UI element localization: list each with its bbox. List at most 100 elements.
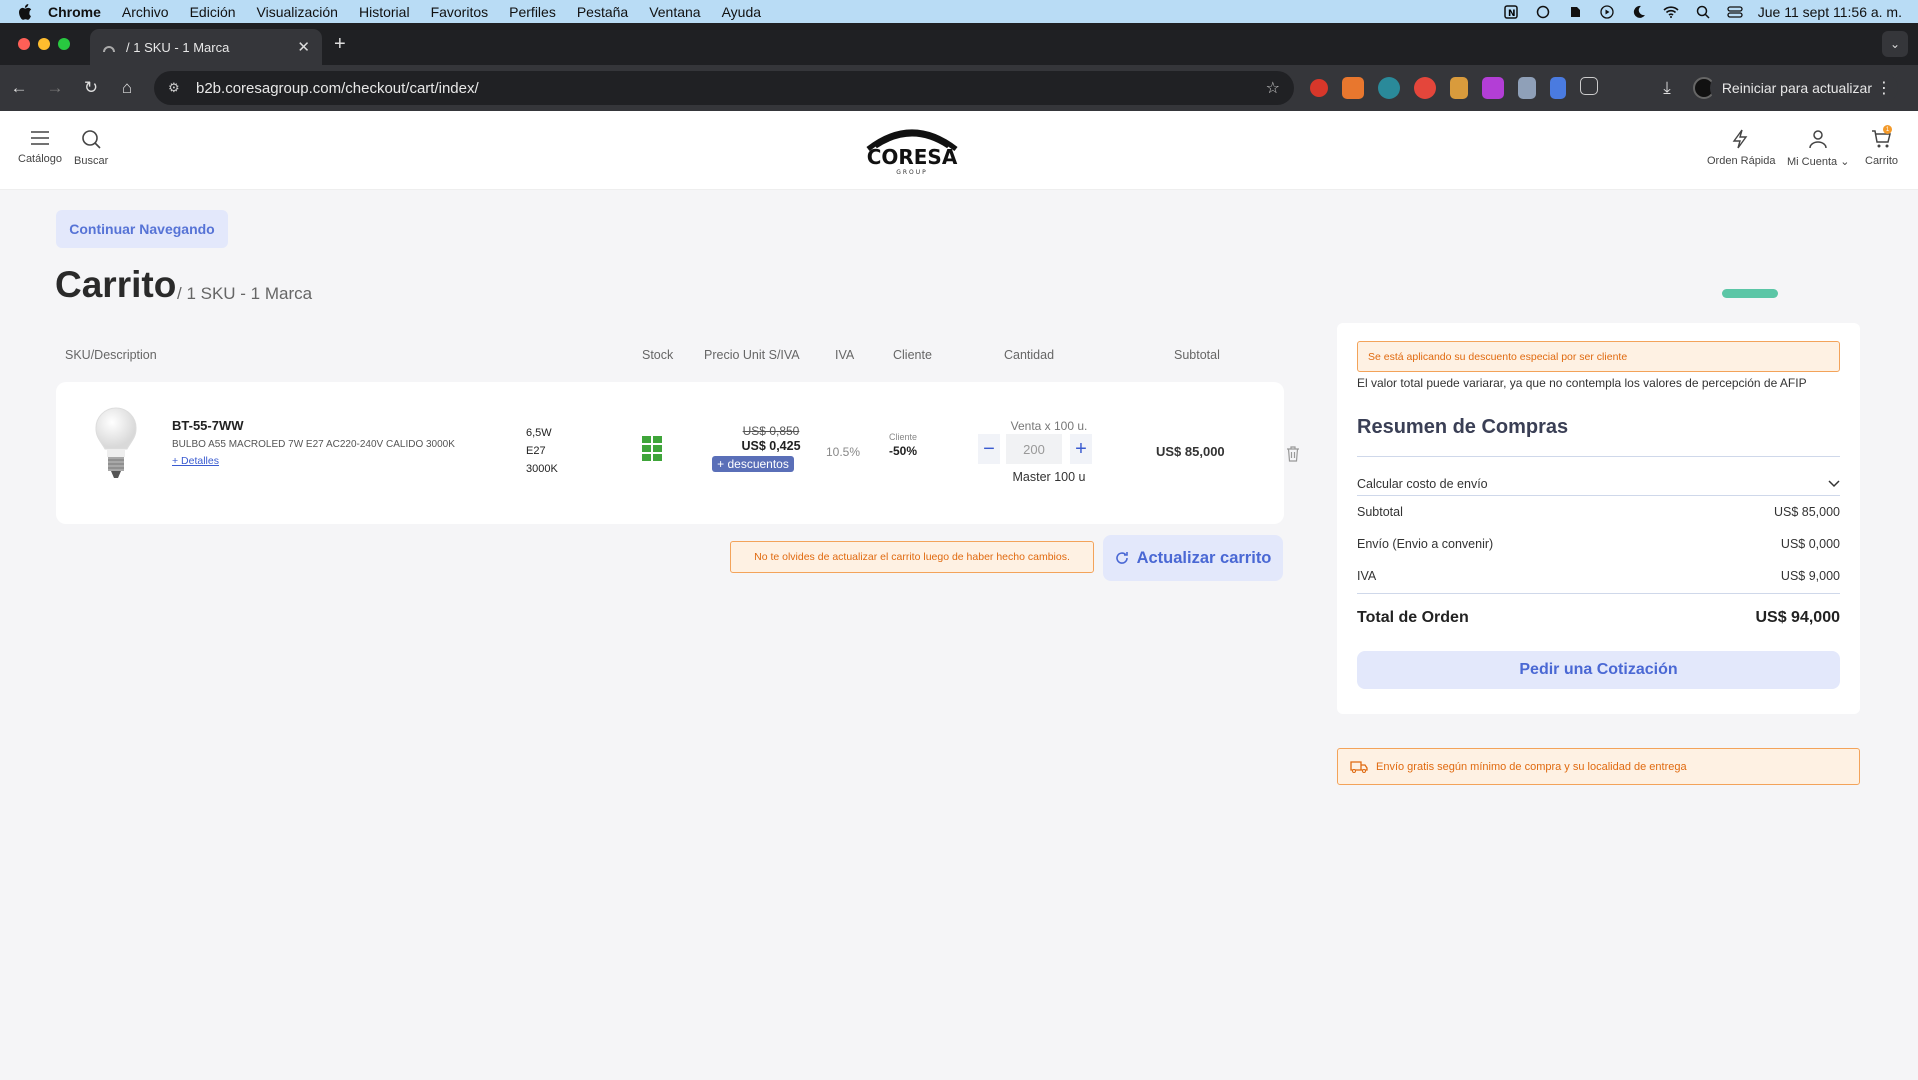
cart-count-badge: 1 (1883, 125, 1892, 134)
catalog-menu-button[interactable]: Catálogo (18, 129, 62, 165)
address-bar[interactable]: ⚙ b2b.coresagroup.com/checkout/cart/inde… (154, 71, 1294, 105)
extension-icon[interactable] (1518, 77, 1536, 99)
download-icon[interactable]: ⤓ (1650, 71, 1684, 105)
spec-wattage: 6,5W (526, 427, 552, 439)
spotlight-search-icon[interactable] (1694, 4, 1712, 20)
restart-label: Reiniciar para actualizar (1721, 80, 1872, 96)
col-header-stock: Stock (642, 348, 674, 362)
item-details-link[interactable]: + Detalles (172, 455, 219, 467)
cart-item-row: BT-55-7WW BULBO A55 MACROLED 7W E27 AC22… (56, 382, 1299, 524)
menu-app-name[interactable]: Chrome (48, 4, 101, 20)
extension-icon[interactable] (1482, 77, 1504, 99)
menu-edicion[interactable]: Edición (190, 4, 236, 20)
shipping-calc-label: Calcular costo de envío (1357, 477, 1488, 491)
summary-iva-row: IVA US$ 9,000 (1357, 569, 1840, 583)
bookmark-star-icon[interactable]: ☆ (1266, 78, 1280, 98)
master-pack: Master 100 u (1012, 470, 1086, 484)
truck-icon (1350, 761, 1368, 773)
request-quote-button[interactable]: Pedir una Cotización (1357, 651, 1840, 689)
continue-shopping-button[interactable]: Continuar Navegando (56, 210, 228, 248)
maximize-window-button[interactable] (58, 38, 70, 50)
total-label: Total de Orden (1357, 609, 1469, 626)
openai-icon[interactable] (1534, 4, 1552, 20)
cart-button[interactable]: 1 Carrito (1865, 125, 1898, 167)
update-cart-label: Actualizar carrito (1136, 548, 1272, 567)
reload-icon[interactable]: ↻ (74, 71, 108, 105)
iva-value: US$ 9,000 (1780, 569, 1840, 583)
restart-to-update-button[interactable]: Reiniciar para actualizar ⋮ (1709, 73, 1898, 103)
spec-socket: E27 (526, 445, 546, 457)
menu-ayuda[interactable]: Ayuda (722, 4, 761, 20)
update-cart-notice: No te olvides de actualizar el carrito l… (730, 541, 1094, 573)
tab-favicon-icon (103, 46, 115, 53)
menu-perfiles[interactable]: Perfiles (509, 4, 556, 20)
more-vert-icon[interactable]: ⋮ (1876, 78, 1892, 98)
subtotal-value: US$ 85,000 (1773, 505, 1840, 519)
product-image[interactable] (94, 406, 138, 480)
menu-visualizacion[interactable]: Visualización (257, 4, 338, 20)
catalog-label: Catálogo (18, 153, 63, 165)
address-url: b2b.coresagroup.com/checkout/cart/index/ (196, 79, 479, 97)
extension-icon[interactable] (1378, 77, 1400, 99)
spec-color-temp: 3000K (526, 463, 558, 475)
menu-ventana[interactable]: Ventana (649, 4, 700, 20)
close-window-button[interactable] (18, 38, 30, 50)
extension-icon[interactable] (1450, 77, 1468, 99)
quick-order-button[interactable]: Orden Rápida (1707, 129, 1776, 167)
trash-icon[interactable] (1286, 446, 1300, 462)
search-label: Buscar (74, 155, 109, 167)
menu-favoritos[interactable]: Favoritos (431, 4, 489, 20)
extension-icon[interactable] (1310, 79, 1328, 97)
sale-unit: Venta x 100 u. (1010, 419, 1088, 433)
extension-icon[interactable] (1414, 77, 1436, 99)
qty-increase-button[interactable]: + (1070, 434, 1092, 464)
tab-close-icon[interactable]: ✕ (297, 38, 310, 56)
divider (1357, 495, 1840, 496)
item-subtotal: US$ 85,000 (1156, 444, 1225, 459)
logo-text: CORESA (867, 145, 958, 169)
summary-shipping-row: Envío (Envio a convenir) US$ 0,000 (1357, 537, 1840, 551)
item-description: BULBO A55 MACROLED 7W E27 AC220-240V CAL… (172, 439, 455, 450)
wifi-icon[interactable] (1662, 4, 1680, 20)
site-info-icon[interactable]: ⚙ (168, 80, 184, 96)
new-tab-icon[interactable]: + (334, 33, 346, 56)
menu-bar-status: N Jue 11 sept 11:56 a. m. (1502, 0, 1902, 23)
forward-arrow-icon[interactable]: → (38, 71, 72, 105)
discounts-badge[interactable]: + descuentos (712, 456, 794, 472)
divider (1357, 593, 1840, 594)
menu-bar-datetime[interactable]: Jue 11 sept 11:56 a. m. (1758, 4, 1902, 20)
afip-note: El valor total puede variarar, ya que no… (1357, 376, 1807, 390)
user-icon (1809, 130, 1827, 149)
control-center-icon[interactable] (1726, 4, 1744, 20)
menu-pestana[interactable]: Pestaña (577, 4, 628, 20)
item-sku[interactable]: BT-55-7WW (172, 418, 244, 433)
browser-tab-active[interactable]: / 1 SKU - 1 Marca ✕ (90, 29, 322, 65)
free-shipping-notice: Envío gratis según mínimo de compra y su… (1337, 748, 1860, 785)
qty-input[interactable] (1006, 434, 1062, 464)
coresa-logo[interactable]: CORESA GROUP (862, 125, 962, 177)
home-icon[interactable]: ⌂ (110, 71, 144, 105)
apple-icon[interactable] (18, 3, 34, 20)
chevron-down-icon: ⌄ (1840, 156, 1850, 168)
extension-icon[interactable] (1342, 77, 1364, 99)
search-icon (82, 130, 101, 149)
update-cart-button[interactable]: Actualizar carrito (1103, 535, 1283, 581)
minimize-window-button[interactable] (38, 38, 50, 50)
qty-decrease-button[interactable]: − (978, 434, 1000, 464)
extensions-puzzle-icon[interactable] (1580, 77, 1598, 95)
search-button[interactable]: Buscar (74, 129, 108, 167)
tab-search-chevron-icon[interactable]: ⌄ (1882, 31, 1908, 57)
my-account-button[interactable]: Mi Cuenta ⌄ (1787, 129, 1849, 168)
menu-historial[interactable]: Historial (359, 4, 410, 20)
my-account-label: Mi Cuenta ⌄ (1787, 155, 1849, 168)
item-iva: 10.5% (826, 445, 861, 459)
play-icon[interactable] (1598, 4, 1616, 20)
evernote-icon[interactable] (1566, 4, 1584, 20)
back-arrow-icon[interactable]: ← (2, 71, 36, 105)
menu-archivo[interactable]: Archivo (122, 4, 169, 20)
moon-icon[interactable] (1630, 4, 1648, 20)
divider (1357, 456, 1840, 457)
client-discount: -50% (889, 444, 918, 458)
notion-icon[interactable]: N (1502, 4, 1520, 20)
extension-icon[interactable] (1550, 77, 1566, 99)
